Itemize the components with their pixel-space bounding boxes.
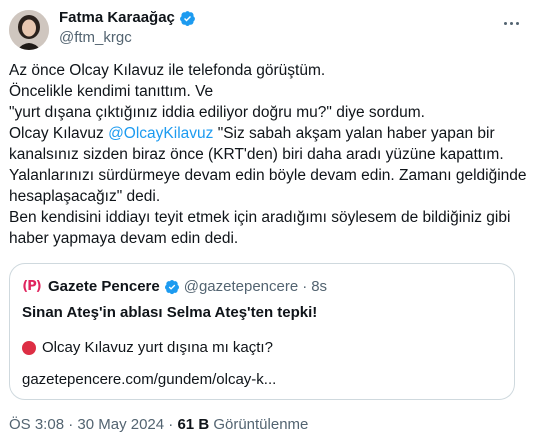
profile-photo-icon xyxy=(9,10,49,50)
mention-link[interactable]: @OlcayKilavuz xyxy=(108,125,213,142)
quoted-link[interactable]: gazetepencere.com/gundem/olcay-k... xyxy=(22,370,276,390)
more-dot-icon xyxy=(515,21,519,25)
tweet-line: Az önce Olcay Kılavuz ile telefonda görü… xyxy=(9,62,326,79)
more-dot-icon xyxy=(503,21,507,25)
post-time[interactable]: ÖS 3:08 xyxy=(9,416,64,433)
author-handle[interactable]: @ftm_krgc xyxy=(59,29,132,47)
separator-dot: · xyxy=(168,416,174,433)
quoted-tweet-card[interactable]: (P) Gazete Pencere @gazetepencere · 8s S… xyxy=(9,263,515,400)
tweet-line: "yurt dışana çıktığınız iddia ediliyor d… xyxy=(9,104,425,121)
quoted-author-handle[interactable]: @gazetepencere xyxy=(184,278,298,296)
red-circle-icon xyxy=(22,341,36,355)
tweet-line: Olcay Kılavuz xyxy=(9,125,109,142)
separator-dot: · xyxy=(68,416,74,433)
more-options-button[interactable] xyxy=(498,10,524,36)
author-name[interactable]: Fatma Karaağaç xyxy=(59,9,196,27)
quoted-timestamp[interactable]: 8s xyxy=(311,278,327,296)
author-name-text[interactable]: Fatma Karaağaç xyxy=(59,9,175,27)
avatar[interactable] xyxy=(9,10,49,50)
tweet-line: Ben kendisini iddiayı teyit etmek için a… xyxy=(9,209,515,247)
post-date[interactable]: 30 May 2024 xyxy=(77,416,164,433)
quoted-author-name[interactable]: Gazete Pencere xyxy=(48,278,160,296)
tweet-footer: ÖS 3:08 · 30 May 2024 · 61 B Görüntülenm… xyxy=(9,416,308,434)
quoted-line-text: Olcay Kılavuz yurt dışına mı kaçtı? xyxy=(42,339,273,356)
verified-badge-icon xyxy=(164,280,179,295)
more-dot-icon xyxy=(509,21,513,25)
views-count: 61 B xyxy=(177,416,210,433)
verified-badge-icon xyxy=(179,10,195,26)
separator-dot: · xyxy=(302,278,308,295)
quoted-line: Olcay Kılavuz yurt dışına mı kaçtı? xyxy=(22,338,273,358)
views-label: Görüntülenme xyxy=(213,416,309,433)
gazete-pencere-logo: (P) xyxy=(22,279,41,294)
quoted-tweet-header: Gazete Pencere @gazetepencere · 8s xyxy=(48,278,327,296)
tweet-text: Az önce Olcay Kılavuz ile telefonda görü… xyxy=(9,60,529,249)
quoted-title: Sinan Ateş'in ablası Selma Ateş'ten tepk… xyxy=(22,304,318,321)
tweet-line: Öncelikle kendimi tanıttım. Ve xyxy=(9,83,214,100)
